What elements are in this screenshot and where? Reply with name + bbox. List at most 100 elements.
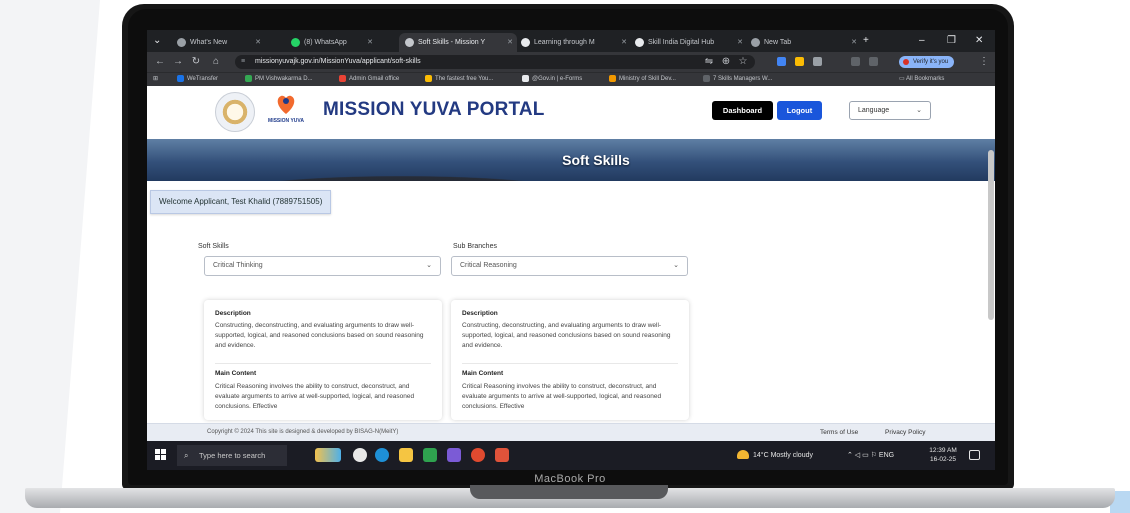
- apps-icon[interactable]: ⊞: [153, 73, 158, 87]
- menu-icon[interactable]: ⋮: [977, 54, 991, 70]
- bookmark-favicon-icon: [609, 74, 616, 82]
- browser-tab-bar: ⌄ What's New ✕ (8) WhatsApp ✕ Soft Skills …: [147, 30, 995, 52]
- extension-icon[interactable]: [777, 57, 786, 66]
- taskbar-clock[interactable]: 12:39 AM 16-02-25: [925, 447, 961, 464]
- close-window-icon[interactable]: ✕: [975, 33, 983, 49]
- chevron-down-icon: ⌄: [426, 262, 432, 269]
- bookmark-item[interactable]: WeTransfer: [177, 73, 218, 87]
- search-icon: ⌕: [184, 451, 189, 460]
- file-explorer-icon[interactable]: [399, 448, 413, 462]
- new-tab-icon[interactable]: +: [863, 33, 869, 49]
- restore-icon[interactable]: ❐: [947, 33, 956, 49]
- logout-button[interactable]: Logout: [777, 101, 822, 120]
- browser-tab[interactable]: Learning through M ✕: [515, 33, 631, 52]
- minimize-icon[interactable]: –: [919, 33, 925, 49]
- extensions-puzzle-icon[interactable]: [813, 57, 822, 66]
- notification-icon[interactable]: [969, 450, 980, 460]
- close-icon[interactable]: ✕: [255, 33, 261, 52]
- soft-skills-label: Soft Skills: [198, 243, 229, 250]
- browser-tab-active[interactable]: Soft Skills - Mission Y ✕: [399, 33, 517, 52]
- terms-link[interactable]: Terms of Use: [820, 424, 858, 441]
- content-card: Description Constructing, deconstructing…: [451, 300, 689, 420]
- app-icon[interactable]: [353, 448, 367, 462]
- language-select[interactable]: Language ⌄: [849, 101, 931, 120]
- sub-branches-label: Sub Branches: [453, 243, 497, 250]
- browser-tab[interactable]: What's New ✕: [171, 33, 265, 52]
- chrome-icon: [751, 37, 760, 47]
- bookmark-item[interactable]: Admin Gmail office: [339, 73, 399, 87]
- site-info-icon[interactable]: ≡: [241, 55, 245, 69]
- bookmark-favicon-icon: [522, 74, 529, 82]
- description-text: Constructing, deconstructing, and evalua…: [215, 322, 424, 349]
- gmail-icon: [339, 74, 346, 82]
- back-icon[interactable]: ←: [153, 54, 167, 70]
- bookmark-star-icon[interactable]: ☆: [736, 54, 750, 70]
- browser-tab[interactable]: New Tab ✕: [745, 33, 861, 52]
- laptop-screen: ⌄ What's New ✕ (8) WhatsApp ✕ Soft Skills …: [147, 30, 995, 470]
- site-icon: [405, 37, 414, 47]
- close-icon[interactable]: ✕: [507, 33, 513, 52]
- bookmark-favicon-icon: [425, 74, 432, 82]
- chrome-icon[interactable]: [471, 448, 485, 462]
- bookmarks-bar: ⊞ WeTransfer PM Vishwakarma D... Admin G…: [147, 72, 995, 86]
- sub-branches-select[interactable]: Critical Reasoning ⌄: [451, 256, 688, 276]
- page-scrollbar[interactable]: [988, 150, 994, 320]
- bookmark-item[interactable]: @Gov.in | e-Forms: [522, 73, 582, 87]
- taskbar-search-input[interactable]: ⌕ Type here to search: [177, 445, 287, 466]
- site-footer: Copyright © 2024 This site is designed &…: [147, 423, 995, 442]
- main-content-text: Critical Reasoning involves the ability …: [462, 383, 662, 410]
- heart-logo-icon: [277, 95, 295, 114]
- copyright-text: Copyright © 2024 This site is designed &…: [207, 429, 399, 435]
- dashboard-button[interactable]: Dashboard: [712, 101, 773, 120]
- windows-start-icon[interactable]: [155, 449, 166, 460]
- close-icon[interactable]: ✕: [737, 33, 743, 52]
- bookmark-item[interactable]: 7 Skills Managers W...: [703, 73, 772, 87]
- welcome-message: Welcome Applicant, Test Khalid (78897515…: [150, 190, 332, 214]
- extension-icon[interactable]: [795, 57, 804, 66]
- weather-cloud-icon: [737, 450, 749, 459]
- all-bookmarks[interactable]: ▭ All Bookmarks: [899, 73, 944, 87]
- verify-profile-button[interactable]: Verify it's you: [899, 56, 955, 68]
- bookmark-item[interactable]: PM Vishwakarma D...: [245, 73, 313, 87]
- chevron-down-icon: ⌄: [673, 262, 679, 269]
- widgets-icon[interactable]: [315, 448, 341, 462]
- browser-tab[interactable]: Skill India Digital Hub ✕: [629, 33, 747, 52]
- main-content-heading: Main Content: [462, 370, 504, 377]
- jk-emblem-logo: [215, 92, 255, 132]
- brave-icon[interactable]: [495, 448, 509, 462]
- forward-icon[interactable]: →: [171, 54, 185, 70]
- site-header: MISSION YUVA MISSION YUVA PORTAL Dashboa…: [147, 86, 995, 139]
- skill-icon: [635, 37, 644, 47]
- url-bar[interactable]: ≡ missionyuvajk.gov.in/MissionYuva/applic…: [235, 55, 755, 69]
- portal-title: MISSION YUVA PORTAL: [323, 99, 545, 120]
- reload-icon[interactable]: ↻: [189, 54, 203, 70]
- system-tray[interactable]: ⌃ ◁ ▭ ⚐ ENG: [847, 441, 894, 470]
- main-content-text: Critical Reasoning involves the ability …: [215, 383, 415, 410]
- translate-icon[interactable]: ⇋: [702, 54, 716, 70]
- extension-icon[interactable]: [851, 57, 860, 66]
- chevron-down-icon: ⌄: [916, 107, 922, 114]
- close-icon[interactable]: ✕: [851, 33, 857, 52]
- tab-search-icon[interactable]: ⌄: [153, 33, 161, 49]
- windows-taskbar: ⌕ Type here to search 14°C Mostly cloudy …: [147, 441, 995, 470]
- browser-tab[interactable]: (8) WhatsApp ✕: [285, 33, 377, 52]
- bookmark-item[interactable]: Ministry of Skill Dev...: [609, 73, 676, 87]
- description-text: Constructing, deconstructing, and evalua…: [462, 322, 671, 349]
- laptop-notch: [470, 485, 668, 499]
- zoom-icon[interactable]: ⊕: [719, 54, 733, 70]
- extension-icon[interactable]: [869, 57, 878, 66]
- mission-yuva-logo: MISSION YUVA: [262, 92, 310, 132]
- divider: [215, 363, 431, 364]
- close-icon[interactable]: ✕: [367, 33, 373, 52]
- app-icon[interactable]: [447, 448, 461, 462]
- bookmark-item[interactable]: The fastest free You...: [425, 73, 493, 87]
- close-icon[interactable]: ✕: [621, 33, 627, 52]
- edge-icon[interactable]: [375, 448, 389, 462]
- privacy-link[interactable]: Privacy Policy: [885, 424, 925, 441]
- weather-widget[interactable]: 14°C Mostly cloudy: [737, 441, 813, 470]
- chrome-icon: [177, 37, 186, 47]
- app-icon[interactable]: [423, 448, 437, 462]
- main-content-heading: Main Content: [215, 370, 257, 377]
- home-icon[interactable]: ⌂: [209, 54, 223, 70]
- soft-skills-select[interactable]: Critical Thinking ⌄: [204, 256, 441, 276]
